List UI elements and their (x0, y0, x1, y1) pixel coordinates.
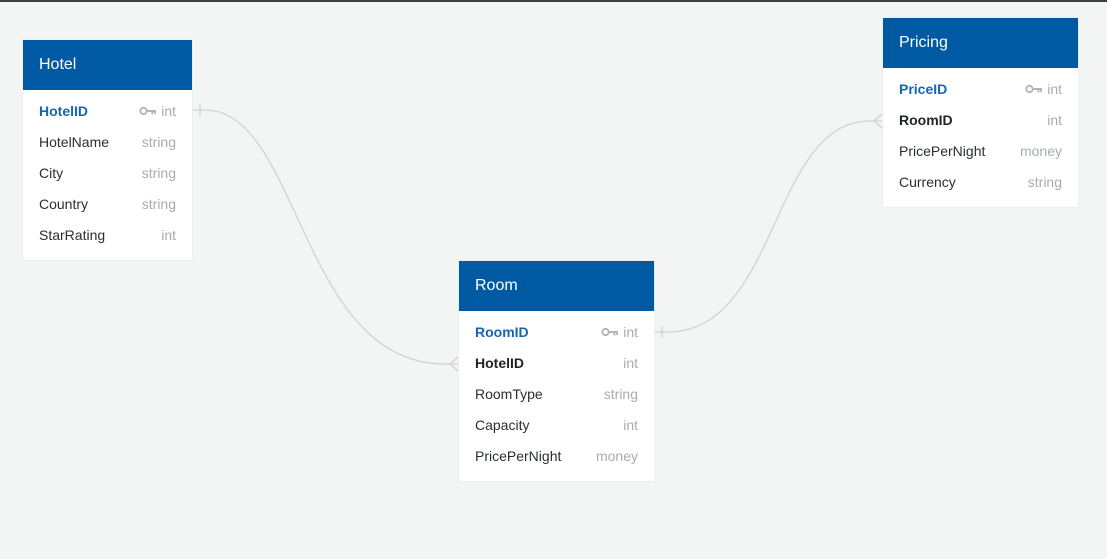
table-header[interactable]: Hotel (23, 40, 192, 90)
table-header[interactable]: Room (459, 261, 654, 311)
field-name: HotelID (475, 354, 524, 371)
field-type-cell: int (139, 103, 176, 119)
field-list: RoomID int HotelID int RoomType string C… (459, 311, 654, 477)
key-icon (139, 106, 157, 115)
field-row[interactable]: City string (23, 157, 192, 188)
field-list: PriceID int RoomID int PricePerNight mon… (883, 68, 1078, 203)
field-row[interactable]: Capacity int (459, 410, 654, 441)
field-name: PricePerNight (475, 448, 562, 465)
field-list: HotelID int HotelName string City string… (23, 90, 192, 256)
field-type: int (1047, 111, 1062, 128)
field-name: Capacity (475, 417, 530, 434)
field-name: HotelID (39, 102, 88, 119)
field-type: int (623, 354, 638, 371)
field-name: RoomType (475, 385, 543, 402)
key-icon (601, 327, 619, 336)
field-name: Currency (899, 174, 956, 191)
field-row[interactable]: PricePerNight money (883, 135, 1078, 166)
table-room[interactable]: Room RoomID int HotelID int RoomType str… (459, 261, 654, 481)
field-name: City (39, 164, 64, 181)
field-row[interactable]: RoomType string (459, 378, 654, 409)
field-type: string (141, 164, 176, 181)
table-hotel[interactable]: Hotel HotelID int HotelName string City … (23, 40, 192, 260)
field-type: int (161, 227, 176, 244)
relationship-hotel-room[interactable] (192, 104, 459, 372)
field-type: money (595, 448, 638, 465)
field-name: StarRating (39, 227, 106, 244)
field-row[interactable]: RoomID int (883, 104, 1078, 135)
field-name: PricePerNight (899, 142, 986, 159)
field-type: int (623, 323, 638, 340)
relationship-room-pricing[interactable] (654, 113, 883, 338)
field-type: int (623, 417, 638, 434)
field-type-cell: int (601, 324, 638, 340)
field-row[interactable]: StarRating int (23, 220, 192, 251)
many-end-marker (873, 113, 883, 129)
field-type: string (141, 133, 176, 150)
field-row[interactable]: HotelID int (459, 347, 654, 378)
key-icon (1025, 84, 1043, 93)
field-type: string (603, 385, 638, 402)
diagram-canvas[interactable]: Hotel HotelID int HotelName string City … (0, 2, 1107, 559)
field-type: string (141, 196, 176, 213)
field-type: string (1027, 174, 1062, 191)
field-row[interactable]: PriceID int (883, 73, 1078, 104)
many-end-marker (449, 356, 459, 372)
table-header[interactable]: Pricing (883, 18, 1078, 68)
field-row[interactable]: PricePerNight money (459, 441, 654, 472)
table-pricing[interactable]: Pricing PriceID int RoomID int PricePerN… (883, 18, 1078, 207)
field-row[interactable]: HotelName string (23, 126, 192, 157)
field-row[interactable]: Country string (23, 189, 192, 220)
field-type-cell: int (1025, 81, 1062, 97)
field-row[interactable]: RoomID int (459, 316, 654, 347)
field-row[interactable]: Currency string (883, 167, 1078, 198)
field-name: RoomID (899, 111, 953, 128)
field-name: PriceID (899, 80, 948, 97)
field-type: int (161, 102, 176, 119)
field-type: money (1019, 142, 1062, 159)
field-name: Country (39, 196, 89, 213)
field-row[interactable]: HotelID int (23, 95, 192, 126)
field-name: RoomID (475, 323, 529, 340)
field-name: HotelName (39, 133, 110, 150)
field-type: int (1047, 80, 1062, 97)
